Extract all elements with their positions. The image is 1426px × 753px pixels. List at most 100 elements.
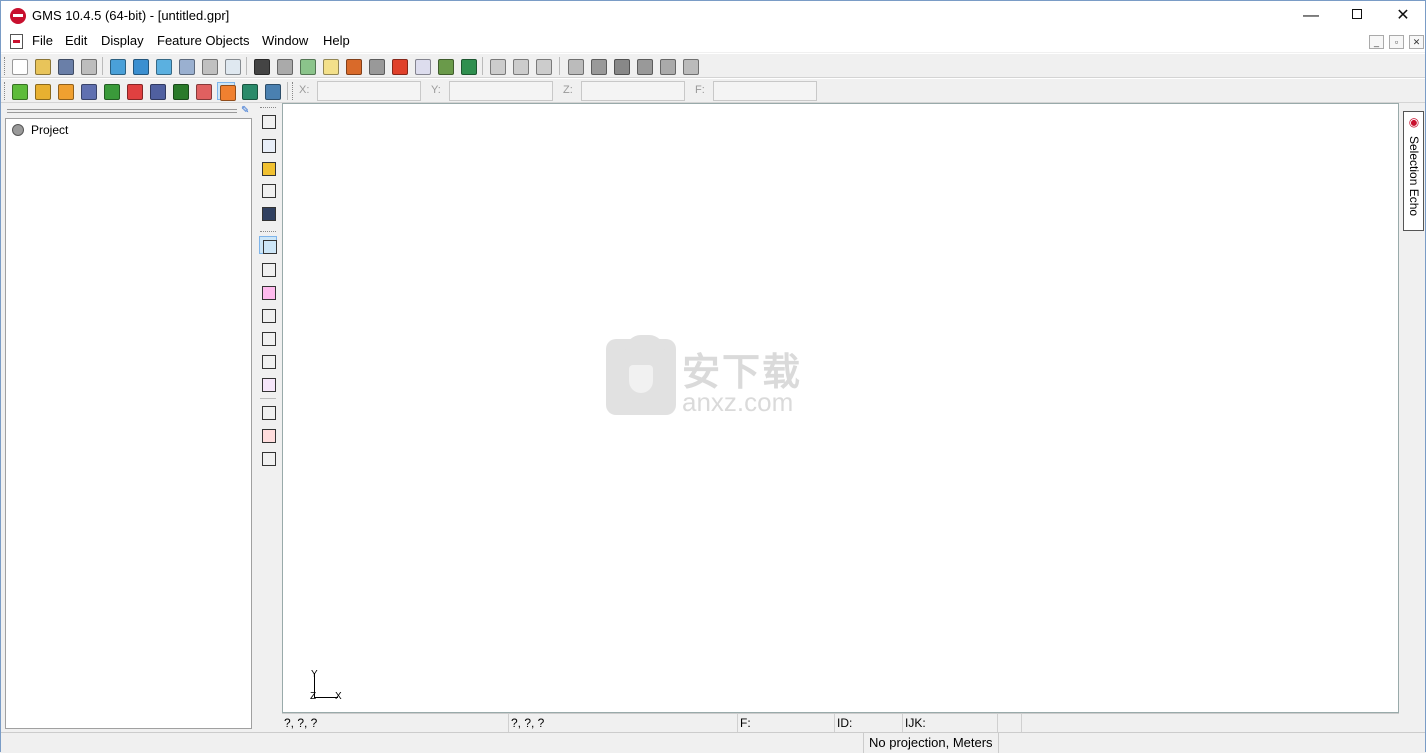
spreadsheet-icon[interactable]	[413, 57, 431, 75]
zoom-icon[interactable]	[223, 57, 241, 75]
title-bar: GMS 10.4.5 (64-bit) - [untitled.gpr] — ✕	[1, 1, 1425, 31]
add-layers-icon[interactable]	[436, 57, 454, 75]
select-node-icon[interactable]	[259, 283, 277, 301]
uGrid-module-icon[interactable]	[263, 82, 281, 100]
z-coord-field[interactable]	[581, 81, 685, 101]
contour-icon[interactable]	[367, 57, 385, 75]
selection-echo-tab[interactable]: ◉ Selection Echo	[1403, 111, 1424, 231]
watermark-bag-icon	[606, 335, 676, 415]
toolbar-grip[interactable]	[4, 82, 7, 100]
borehole-module-icon[interactable]	[33, 82, 51, 100]
watermark-url: anxz.com	[682, 387, 794, 417]
mdi-minimize-button[interactable]: _	[1369, 35, 1384, 49]
y-coord-field[interactable]	[449, 81, 553, 101]
save-icon[interactable]	[56, 57, 74, 75]
menu-file[interactable]: File	[32, 33, 53, 48]
mdi-restore-button[interactable]: ▫	[1389, 35, 1404, 49]
color-ramp-icon[interactable]	[390, 57, 408, 75]
project-explorer-header[interactable]: ✎	[5, 106, 253, 116]
project-icon	[12, 124, 24, 136]
close-button[interactable]: ✕	[1380, 1, 1426, 31]
mesh-2d-module-icon[interactable]	[79, 82, 97, 100]
maximize-icon	[1352, 9, 1362, 20]
map-convert-icon[interactable]	[635, 57, 653, 75]
status-ijk-coords-cell: ?, ?, ?	[509, 714, 738, 732]
grid-3d-module-icon[interactable]	[171, 82, 189, 100]
toolbar-grip[interactable]	[4, 57, 7, 75]
rotate-view-icon[interactable]	[200, 57, 218, 75]
menu-feature-objects[interactable]: Feature Objects	[157, 33, 250, 48]
select-point-icon[interactable]	[259, 260, 277, 278]
projection-status[interactable]: No projection, Meters	[863, 733, 999, 753]
gis-module-icon[interactable]	[240, 82, 258, 100]
frame-icon[interactable]	[488, 57, 506, 75]
status-ijk-cell: IJK:	[903, 714, 998, 732]
create-point-icon[interactable]	[259, 403, 277, 421]
palette-separator	[260, 398, 276, 399]
chart-icon[interactable]	[344, 57, 362, 75]
front-view-icon[interactable]	[108, 57, 126, 75]
x-coord-field[interactable]	[317, 81, 421, 101]
top-view-icon[interactable]	[154, 57, 172, 75]
map-feature-icon[interactable]	[612, 57, 630, 75]
tree-node-label: Project	[31, 123, 69, 137]
map-tool-icon[interactable]	[566, 57, 584, 75]
maximize-button[interactable]	[1334, 1, 1380, 31]
pan-icon[interactable]	[259, 112, 277, 130]
map-coverage-icon[interactable]	[589, 57, 607, 75]
minimize-button[interactable]: —	[1288, 1, 1334, 31]
rotate-tool-icon[interactable]	[259, 159, 277, 177]
select-arc-icon[interactable]	[259, 306, 277, 324]
measure-icon[interactable]	[259, 181, 277, 199]
side-view-icon[interactable]	[131, 57, 149, 75]
scatter-2d-module-icon[interactable]	[125, 82, 143, 100]
print-icon[interactable]	[79, 57, 97, 75]
graphics-window[interactable]	[282, 103, 1399, 713]
menu-window[interactable]: Window	[262, 33, 308, 48]
frame-tool-icon[interactable]	[259, 204, 277, 222]
tin-module-icon[interactable]	[10, 82, 28, 100]
toolbar-grip[interactable]	[292, 82, 295, 100]
menu-display[interactable]: Display	[101, 33, 144, 48]
select-arrow-icon[interactable]	[259, 236, 277, 254]
zoom-tool-icon[interactable]	[259, 136, 277, 154]
oblique-view-icon[interactable]	[177, 57, 195, 75]
graphics-status-bar: ?, ?, ? ?, ?, ? F: ID: IJK:	[282, 713, 1399, 732]
create-node-icon[interactable]	[259, 426, 277, 444]
frame-all-icon[interactable]	[534, 57, 552, 75]
globe-icon[interactable]	[459, 57, 477, 75]
z-coord-label: Z:	[563, 84, 573, 96]
map-mesh-icon[interactable]	[681, 57, 699, 75]
map-module-icon[interactable]	[217, 82, 236, 101]
gms-logo-icon[interactable]	[10, 8, 26, 24]
light-icon[interactable]	[321, 57, 339, 75]
menu-help[interactable]: Help	[323, 33, 350, 48]
toolbar-separator	[246, 57, 247, 75]
scatter-3d-module-icon[interactable]	[194, 82, 212, 100]
display-options-icon[interactable]	[252, 57, 270, 75]
window-title: GMS 10.4.5 (64-bit) - [untitled.gpr]	[32, 8, 230, 23]
solid-module-icon[interactable]	[56, 82, 74, 100]
mdi-close-button[interactable]: ✕	[1409, 35, 1424, 49]
frame-selected-icon[interactable]	[511, 57, 529, 75]
palette-grip[interactable]	[260, 231, 276, 234]
pin-icon[interactable]: ✎	[241, 106, 251, 116]
project-explorer[interactable]: Project	[5, 118, 252, 729]
create-arc-icon[interactable]	[259, 449, 277, 467]
lock-icon[interactable]	[275, 57, 293, 75]
select-group-icon[interactable]	[259, 375, 277, 393]
mesh-3d-module-icon[interactable]	[148, 82, 166, 100]
x-coord-label: X:	[299, 84, 310, 96]
map-grid-icon[interactable]	[658, 57, 676, 75]
select-vertex-icon[interactable]	[259, 329, 277, 347]
open-folder-icon[interactable]	[33, 57, 51, 75]
axis-z-label: Z	[310, 691, 317, 702]
palette-grip[interactable]	[260, 107, 276, 110]
refresh-icon[interactable]	[298, 57, 316, 75]
select-polygon-icon[interactable]	[259, 352, 277, 370]
new-file-icon[interactable]	[10, 57, 28, 75]
f-value-field[interactable]	[713, 81, 817, 101]
grid-2d-module-icon[interactable]	[102, 82, 120, 100]
document-icon[interactable]	[10, 34, 23, 49]
menu-edit[interactable]: Edit	[65, 33, 87, 48]
